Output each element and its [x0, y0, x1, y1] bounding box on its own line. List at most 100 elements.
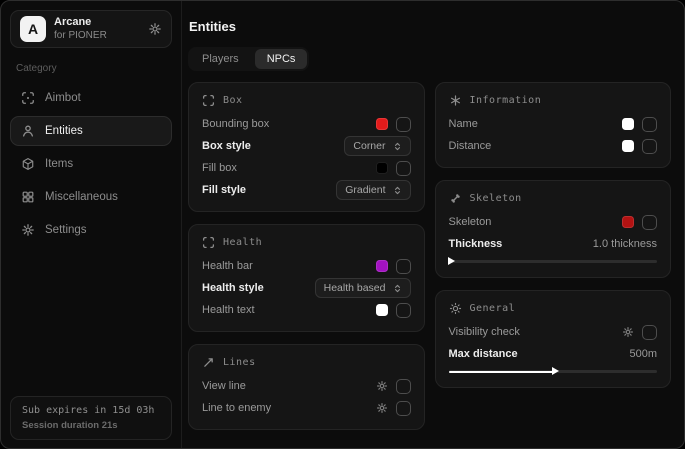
person-icon: [21, 124, 35, 138]
thickness-slider[interactable]: [449, 256, 658, 267]
app-name: Arcane: [54, 16, 140, 30]
tab-npcs[interactable]: NPCs: [255, 49, 308, 69]
sidebar-item-label: Miscellaneous: [45, 191, 118, 203]
sidebar-item-aimbot[interactable]: Aimbot: [10, 83, 172, 113]
gear-icon[interactable]: [148, 22, 162, 36]
app-window: A Arcane for PIONER Category Aimbot: [0, 0, 685, 449]
row-controls: [376, 161, 411, 176]
card-header: Information: [449, 94, 658, 107]
package-icon: [21, 157, 35, 171]
fill-style-dropdown[interactable]: Gradient: [336, 180, 410, 200]
row-label: Max distance: [449, 348, 518, 360]
checkbox[interactable]: [396, 259, 411, 274]
settings-gear-icon[interactable]: [622, 326, 634, 338]
card-title: Lines: [223, 357, 256, 368]
sidebar-nav: Aimbot Entities Items Miscellaneous: [10, 83, 172, 245]
row-label: Distance: [449, 140, 492, 152]
left-column: Box Bounding box Box style Corner: [188, 82, 425, 430]
checkbox[interactable]: [396, 303, 411, 318]
row-fill-style: Fill style Gradient: [202, 179, 411, 201]
app-logo: A: [20, 16, 46, 42]
unfold-icon: [393, 284, 402, 293]
frame-corners-icon: [202, 94, 215, 107]
sidebar-item-label: Aimbot: [45, 92, 81, 104]
color-swatch[interactable]: [376, 118, 388, 130]
row-health-text: Health text: [202, 299, 411, 321]
checkbox[interactable]: [642, 215, 657, 230]
row-controls: [376, 401, 411, 416]
color-swatch[interactable]: [376, 260, 388, 272]
dropdown-value: Health based: [324, 282, 386, 294]
card-header: Skeleton: [449, 192, 658, 205]
main-content: Entities Players NPCs Box Bounding box: [182, 1, 684, 448]
health-style-dropdown[interactable]: Health based: [315, 278, 411, 298]
card-title: Health: [223, 237, 262, 248]
card-general: General Visibility check Max distance 50…: [435, 290, 672, 388]
row-label: Skeleton: [449, 216, 492, 228]
row-controls: [376, 379, 411, 394]
checkbox[interactable]: [396, 379, 411, 394]
page-title: Entities: [189, 19, 671, 34]
row-controls: [622, 117, 657, 132]
settings-gear-icon[interactable]: [376, 402, 388, 414]
row-controls: [622, 325, 657, 340]
app-header: A Arcane for PIONER: [10, 10, 172, 48]
card-title: Information: [470, 95, 542, 106]
row-name: Name: [449, 113, 658, 135]
settings-gear-icon[interactable]: [376, 380, 388, 392]
slider-handle-icon[interactable]: [552, 367, 559, 375]
row-label: Visibility check: [449, 326, 520, 338]
checkbox[interactable]: [642, 117, 657, 132]
sidebar-item-entities[interactable]: Entities: [10, 116, 172, 146]
unfold-icon: [393, 142, 402, 151]
card-title: Box: [223, 95, 243, 106]
row-health-style: Health style Health based: [202, 277, 411, 299]
row-fill-box: Fill box: [202, 157, 411, 179]
grid-icon: [21, 190, 35, 204]
tab-players[interactable]: Players: [190, 49, 251, 69]
color-swatch[interactable]: [622, 216, 634, 228]
card-box: Box Bounding box Box style Corner: [188, 82, 425, 212]
card-header: Health: [202, 236, 411, 249]
row-health-bar: Health bar: [202, 255, 411, 277]
row-label: Name: [449, 118, 478, 130]
max-distance-slider[interactable]: [449, 366, 658, 377]
checkbox[interactable]: [642, 325, 657, 340]
slider-track: [449, 260, 658, 263]
session-duration: Session duration 21s: [22, 420, 160, 431]
row-line-to-enemy: Line to enemy: [202, 397, 411, 419]
card-health: Health Health bar Health style Health ba…: [188, 224, 425, 332]
row-label: Line to enemy: [202, 402, 271, 414]
checkbox[interactable]: [396, 161, 411, 176]
color-swatch[interactable]: [622, 118, 634, 130]
checkbox[interactable]: [396, 401, 411, 416]
box-style-dropdown[interactable]: Corner: [344, 136, 410, 156]
slider-handle-icon[interactable]: [448, 257, 455, 265]
slider-value: 1.0 thickness: [593, 238, 657, 250]
subscription-box: Sub expires in 15d 03h Session duration …: [10, 396, 172, 440]
app-subtitle: for PIONER: [54, 30, 140, 43]
sidebar-item-settings[interactable]: Settings: [10, 215, 172, 245]
category-label: Category: [16, 63, 166, 74]
row-bounding-box: Bounding box: [202, 113, 411, 135]
row-label: Health style: [202, 282, 264, 294]
color-swatch[interactable]: [376, 304, 388, 316]
checkbox[interactable]: [396, 117, 411, 132]
sidebar: A Arcane for PIONER Category Aimbot: [1, 1, 182, 448]
card-title: General: [470, 303, 516, 314]
checkbox[interactable]: [642, 139, 657, 154]
color-swatch[interactable]: [622, 140, 634, 152]
crosshair-icon: [21, 91, 35, 105]
row-label: Health text: [202, 304, 255, 316]
card-header: General: [449, 302, 658, 315]
card-skeleton: Skeleton Skeleton Thickness 1.0 thicknes…: [435, 180, 672, 278]
row-label: View line: [202, 380, 246, 392]
dropdown-value: Corner: [353, 140, 385, 152]
card-lines: Lines View line Line to enemy: [188, 344, 425, 430]
color-swatch[interactable]: [376, 162, 388, 174]
sidebar-item-miscellaneous[interactable]: Miscellaneous: [10, 182, 172, 212]
row-label: Thickness: [449, 238, 503, 250]
row-controls: [376, 259, 411, 274]
row-controls: [376, 117, 411, 132]
sidebar-item-items[interactable]: Items: [10, 149, 172, 179]
